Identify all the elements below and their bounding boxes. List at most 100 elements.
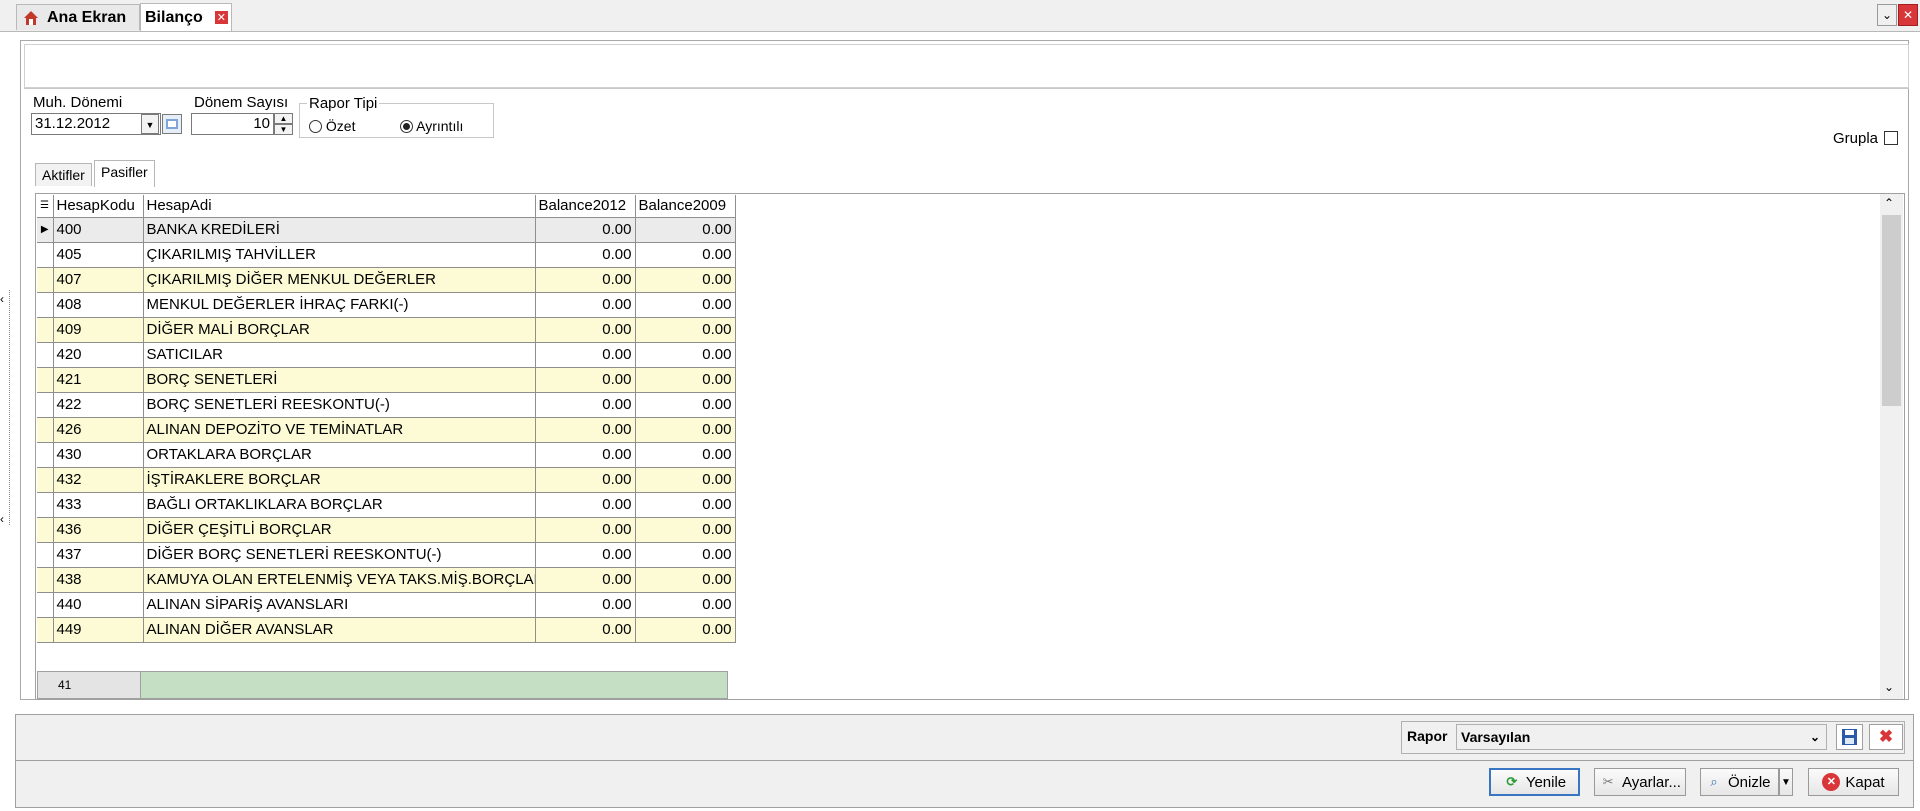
cell-name[interactable]: MENKUL DEĞERLER İHRAÇ FARKI(-) bbox=[143, 292, 536, 318]
cell-balance2012[interactable]: 0.00 bbox=[535, 417, 636, 443]
table-row[interactable]: 433 BAĞLI ORTAKLIKLARA BORÇLAR 0.00 0.00 bbox=[37, 492, 736, 518]
cell-balance2012[interactable]: 0.00 bbox=[535, 467, 636, 493]
save-icon[interactable] bbox=[1836, 724, 1863, 750]
cell-balance2012[interactable]: 0.00 bbox=[535, 292, 636, 318]
preview-dropdown-icon[interactable]: ▼ bbox=[1779, 768, 1793, 796]
cell-balance2009[interactable]: 0.00 bbox=[635, 617, 736, 643]
cell-balance2012[interactable]: 0.00 bbox=[535, 567, 636, 593]
cell-name[interactable]: KAMUYA OLAN ERTELENMİŞ VEYA TAKS.MİŞ.BOR… bbox=[143, 567, 536, 593]
preview-button[interactable]: ⌕ Önizle bbox=[1700, 768, 1779, 796]
radio-ayrintili[interactable]: Ayrıntılı bbox=[400, 118, 463, 134]
table-row[interactable]: 432 İŞTİRAKLERE BORÇLAR 0.00 0.00 bbox=[37, 467, 736, 493]
cell-code[interactable]: 420 bbox=[53, 342, 144, 368]
cell-name[interactable]: BANKA KREDİLERİ bbox=[143, 217, 536, 243]
group-checkbox[interactable] bbox=[1884, 131, 1898, 145]
close-icon[interactable]: ✕ bbox=[1898, 4, 1918, 26]
cell-code[interactable]: 449 bbox=[53, 617, 144, 643]
cell-balance2009[interactable]: 0.00 bbox=[635, 342, 736, 368]
cell-code[interactable]: 433 bbox=[53, 492, 144, 518]
scroll-up-icon[interactable]: ⌃ bbox=[1884, 196, 1894, 210]
cell-balance2012[interactable]: 0.00 bbox=[535, 592, 636, 618]
cell-balance2009[interactable]: 0.00 bbox=[635, 542, 736, 568]
side-splitter[interactable] bbox=[0, 290, 10, 525]
cell-balance2009[interactable]: 0.00 bbox=[635, 467, 736, 493]
cell-balance2009[interactable]: 0.00 bbox=[635, 292, 736, 318]
cell-name[interactable]: ALINAN DEPOZİTO VE TEMİNATLAR bbox=[143, 417, 536, 443]
table-row[interactable]: 440 ALINAN SİPARİŞ AVANSLARI 0.00 0.00 bbox=[37, 592, 736, 618]
scrollbar-thumb[interactable] bbox=[1882, 215, 1901, 406]
cell-name[interactable]: İŞTİRAKLERE BORÇLAR bbox=[143, 467, 536, 493]
cell-balance2012[interactable]: 0.00 bbox=[535, 342, 636, 368]
cell-code[interactable]: 409 bbox=[53, 317, 144, 343]
cell-code[interactable]: 438 bbox=[53, 567, 144, 593]
column-header-balance2009[interactable]: Balance2009 bbox=[635, 195, 736, 218]
cell-code[interactable]: 407 bbox=[53, 267, 144, 293]
cell-balance2009[interactable]: 0.00 bbox=[635, 267, 736, 293]
table-row[interactable]: 438 KAMUYA OLAN ERTELENMİŞ VEYA TAKS.MİŞ.… bbox=[37, 567, 736, 593]
cell-name[interactable]: DİĞER MALİ BORÇLAR bbox=[143, 317, 536, 343]
cell-code[interactable]: 436 bbox=[53, 517, 144, 543]
cell-balance2012[interactable]: 0.00 bbox=[535, 492, 636, 518]
cell-balance2009[interactable]: 0.00 bbox=[635, 442, 736, 468]
table-row[interactable]: 436 DİĞER ÇEŞİTLİ BORÇLAR 0.00 0.00 bbox=[37, 517, 736, 543]
cell-balance2012[interactable]: 0.00 bbox=[535, 617, 636, 643]
settings-button[interactable]: ✂ Ayarlar... bbox=[1594, 768, 1686, 796]
close-button[interactable]: ✕ Kapat bbox=[1808, 768, 1899, 796]
cell-code[interactable]: 408 bbox=[53, 292, 144, 318]
tab-pasifler[interactable]: Pasifler bbox=[94, 160, 155, 187]
cell-balance2009[interactable]: 0.00 bbox=[635, 392, 736, 418]
column-header-hesapadi[interactable]: HesapAdi bbox=[143, 195, 536, 218]
cell-balance2012[interactable]: 0.00 bbox=[535, 242, 636, 268]
cell-balance2009[interactable]: 0.00 bbox=[635, 517, 736, 543]
tab-bilanco[interactable]: Bilanço ✕ bbox=[140, 3, 232, 31]
table-row[interactable]: 409 DİĞER MALİ BORÇLAR 0.00 0.00 bbox=[37, 317, 736, 343]
cell-code[interactable]: 432 bbox=[53, 467, 144, 493]
cell-name[interactable]: ORTAKLARA BORÇLAR bbox=[143, 442, 536, 468]
spin-down-icon[interactable]: ▼ bbox=[274, 124, 293, 135]
cell-name[interactable]: BORÇ SENETLERİ REESKONTU(-) bbox=[143, 392, 536, 418]
cell-name[interactable]: ÇIKARILMIŞ DİĞER MENKUL DEĞERLER bbox=[143, 267, 536, 293]
cell-name[interactable]: DİĞER ÇEŞİTLİ BORÇLAR bbox=[143, 517, 536, 543]
report-dropdown[interactable]: Varsayılan ⌄ bbox=[1456, 724, 1827, 750]
cell-code[interactable]: 422 bbox=[53, 392, 144, 418]
cell-name[interactable]: BAĞLI ORTAKLIKLARA BORÇLAR bbox=[143, 492, 536, 518]
delete-icon[interactable]: ✖ bbox=[1869, 724, 1903, 750]
chevron-left-icon[interactable]: ‹ bbox=[0, 292, 4, 306]
cell-balance2009[interactable]: 0.00 bbox=[635, 567, 736, 593]
cell-balance2009[interactable]: 0.00 bbox=[635, 492, 736, 518]
cell-name[interactable]: ÇIKARILMIŞ TAHVİLLER bbox=[143, 242, 536, 268]
calendar-icon[interactable] bbox=[162, 114, 182, 134]
cell-balance2012[interactable]: 0.00 bbox=[535, 517, 636, 543]
tab-aktifler[interactable]: Aktifler bbox=[35, 163, 92, 186]
cell-balance2012[interactable]: 0.00 bbox=[535, 267, 636, 293]
cell-name[interactable]: DİĞER BORÇ SENETLERİ REESKONTU(-) bbox=[143, 542, 536, 568]
cell-balance2012[interactable]: 0.00 bbox=[535, 367, 636, 393]
period-count-field[interactable]: 10 bbox=[191, 113, 274, 135]
table-row[interactable]: 405 ÇIKARILMIŞ TAHVİLLER 0.00 0.00 bbox=[37, 242, 736, 268]
chevron-left-icon[interactable]: ‹ bbox=[0, 512, 4, 526]
cell-code[interactable]: 400 bbox=[53, 217, 144, 243]
table-row[interactable]: ▶ 400 BANKA KREDİLERİ 0.00 0.00 bbox=[37, 217, 736, 243]
cell-balance2009[interactable]: 0.00 bbox=[635, 367, 736, 393]
cell-balance2012[interactable]: 0.00 bbox=[535, 217, 636, 243]
cell-balance2012[interactable]: 0.00 bbox=[535, 542, 636, 568]
cell-code[interactable]: 421 bbox=[53, 367, 144, 393]
table-row[interactable]: 421 BORÇ SENETLERİ 0.00 0.00 bbox=[37, 367, 736, 393]
table-row[interactable]: 422 BORÇ SENETLERİ REESKONTU(-) 0.00 0.00 bbox=[37, 392, 736, 418]
refresh-button[interactable]: ⟳ Yenile bbox=[1489, 768, 1580, 796]
cell-code[interactable]: 426 bbox=[53, 417, 144, 443]
scroll-down-icon[interactable]: ⌄ bbox=[1884, 680, 1894, 694]
cell-name[interactable]: SATICILAR bbox=[143, 342, 536, 368]
cell-name[interactable]: ALINAN SİPARİŞ AVANSLARI bbox=[143, 592, 536, 618]
cell-code[interactable]: 440 bbox=[53, 592, 144, 618]
cell-code[interactable]: 430 bbox=[53, 442, 144, 468]
table-row[interactable]: 407 ÇIKARILMIŞ DİĞER MENKUL DEĞERLER 0.00 0… bbox=[37, 267, 736, 293]
cell-balance2009[interactable]: 0.00 bbox=[635, 317, 736, 343]
chevron-down-icon[interactable]: ⌄ bbox=[1877, 4, 1897, 26]
cell-balance2009[interactable]: 0.00 bbox=[635, 242, 736, 268]
cell-code[interactable]: 437 bbox=[53, 542, 144, 568]
column-chooser-icon[interactable]: ☰ bbox=[37, 195, 54, 218]
table-row[interactable]: 420 SATICILAR 0.00 0.00 bbox=[37, 342, 736, 368]
cell-balance2009[interactable]: 0.00 bbox=[635, 217, 736, 243]
cell-code[interactable]: 405 bbox=[53, 242, 144, 268]
